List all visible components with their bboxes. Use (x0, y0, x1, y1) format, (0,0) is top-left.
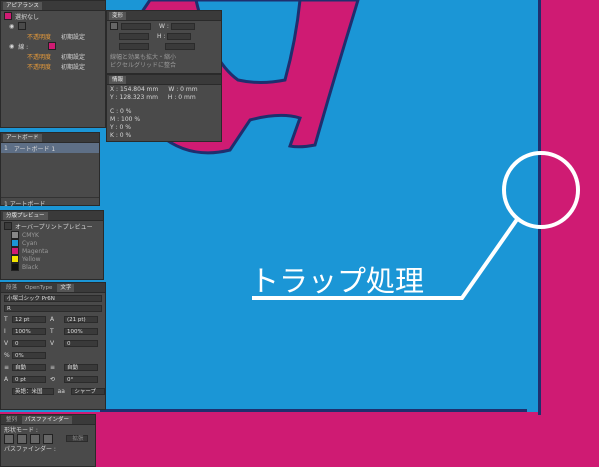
rotation-field[interactable]: 0° (64, 375, 98, 383)
unite-icon[interactable] (4, 433, 14, 444)
minus-front-icon[interactable] (17, 433, 27, 444)
eye-icon[interactable]: ◉ (9, 43, 14, 50)
swatch-magenta (11, 247, 19, 255)
opacity-link[interactable]: 不透明度 (27, 52, 51, 61)
vertical-scale-field[interactable]: 100% (12, 327, 46, 335)
x-field[interactable] (121, 22, 151, 30)
w-field[interactable] (170, 22, 195, 30)
appearance-header: 選択なし (15, 13, 40, 21)
tab-info[interactable]: 情報 (109, 75, 127, 84)
info-y: Y : 128.323 mm (110, 93, 158, 101)
character-panel: 段落 OpenType 文字 小塚ゴシック Pr6N R T 12 pt A (21 … (0, 282, 106, 410)
selection-swatch (4, 12, 12, 20)
swatch-black (11, 263, 19, 271)
font-style-field[interactable]: R (4, 304, 102, 312)
stroke-swatch[interactable] (48, 42, 57, 50)
info-x: X : 154.804 mm (110, 85, 159, 93)
overprint-checkbox[interactable] (4, 222, 12, 230)
info-k: K : 0 % (110, 131, 132, 139)
separations-panel: 分版プレビュー オーバープリントプレビュー CMYK Cyan Magenta … (0, 210, 104, 280)
tab-appearance[interactable]: アピアランス (3, 1, 42, 10)
tab-separations[interactable]: 分版プレビュー (3, 211, 48, 220)
info-c: C : 0 % (110, 107, 132, 115)
h-label: H : (157, 32, 166, 40)
info-w: W : 0 mm (168, 85, 198, 93)
info-m: M : 100 % (110, 115, 141, 123)
opacity-value: 初期設定 (61, 33, 86, 41)
artboards-panel: アートボード 1 アートボード 1 1 アートボード (0, 132, 100, 208)
tab-align[interactable]: 整列 (3, 415, 21, 424)
fill-swatch[interactable] (18, 22, 27, 30)
transform-panel: 変形 W : H : 線幅と効果も拡大・縮小 ピクセルグリッドに整合 (106, 10, 222, 74)
overprint-label: オーバープリントプレビュー (15, 223, 93, 231)
artboard-number: 1 (4, 144, 8, 152)
y-field[interactable] (119, 32, 149, 40)
tab-character[interactable]: 文字 (57, 283, 75, 292)
w-label: W : (159, 22, 169, 30)
tab-pathfinder[interactable]: パスファインダー (22, 415, 73, 424)
leading-field[interactable]: (21 pt) (64, 315, 98, 323)
horizontal-scale-field[interactable]: 100% (64, 327, 98, 335)
pixel-grid-option[interactable]: ピクセルグリッドに整合 (110, 60, 176, 69)
channel-magenta[interactable]: Magenta (22, 248, 48, 255)
tab-artboards[interactable]: アートボード (3, 133, 42, 142)
aki-right-field[interactable]: 自動 (64, 363, 98, 371)
info-yellow: Y : 0 % (110, 123, 131, 131)
pathfinder-panel: 整列 パスファインダー 形状モード : 拡張 パスファインダー : (0, 414, 96, 467)
eye-icon[interactable]: ◉ (9, 23, 14, 30)
opacity-link[interactable]: 不透明度 (27, 32, 51, 41)
channel-black[interactable]: Black (22, 264, 38, 271)
reference-point-icon[interactable] (110, 22, 118, 30)
exclude-icon[interactable] (43, 433, 53, 444)
artboard-item[interactable]: アートボード 1 (14, 144, 55, 153)
baseline-shift-field[interactable]: 0 pt (12, 375, 46, 383)
rotate-field[interactable] (119, 42, 149, 50)
pathfinders-label: パスファインダー : (4, 445, 56, 453)
swatch-yellow (11, 255, 19, 263)
opacity-value: 初期設定 (61, 63, 86, 71)
font-size-field[interactable]: 12 pt (12, 315, 46, 323)
h-field[interactable] (167, 32, 192, 40)
language-field[interactable]: 英語：米国 (12, 387, 54, 395)
channel-yellow[interactable]: Yellow (22, 256, 40, 263)
opacity-link[interactable]: 不透明度 (27, 62, 51, 71)
artboard-count: 1 アートボード (4, 200, 46, 208)
shape-modes-label: 形状モード : (4, 426, 38, 434)
tab-opentype[interactable]: OpenType (22, 283, 56, 292)
kerning-field[interactable]: 0 (12, 339, 46, 347)
callout-label: トラップ処理 (250, 264, 425, 298)
info-h: H : 0 mm (167, 93, 196, 101)
expand-button[interactable]: 拡張 (66, 435, 88, 442)
tab-transform[interactable]: 変形 (109, 11, 127, 20)
aki-left-field[interactable]: 自動 (12, 363, 46, 371)
tab-paragraph[interactable]: 段落 (3, 283, 21, 292)
antialias-field[interactable]: シャープ (71, 387, 105, 395)
channel-cmyk[interactable]: CMYK (22, 232, 39, 239)
appearance-panel: アピアランス 選択なし ◉ 不透明度 初期設定 ◉ 線 : 不透明度 初期設定 不透明… (0, 0, 106, 128)
swatch-cyan (11, 239, 19, 247)
intersect-icon[interactable] (30, 433, 40, 444)
callout-circle (502, 151, 580, 229)
tracking-field[interactable]: 0 (64, 339, 98, 347)
swatch-cmyk (11, 231, 19, 239)
font-family-field[interactable]: 小塚ゴシック Pr6N (4, 294, 102, 302)
shear-field[interactable] (165, 42, 195, 50)
opacity-value: 初期設定 (61, 53, 86, 61)
info-panel: 情報 X : 154.804 mm W : 0 mm Y : 128.323 mm… (106, 74, 222, 142)
tsume-field[interactable]: 0% (12, 351, 46, 359)
stroke-label: 線 : (18, 43, 29, 51)
channel-cyan[interactable]: Cyan (22, 240, 37, 247)
